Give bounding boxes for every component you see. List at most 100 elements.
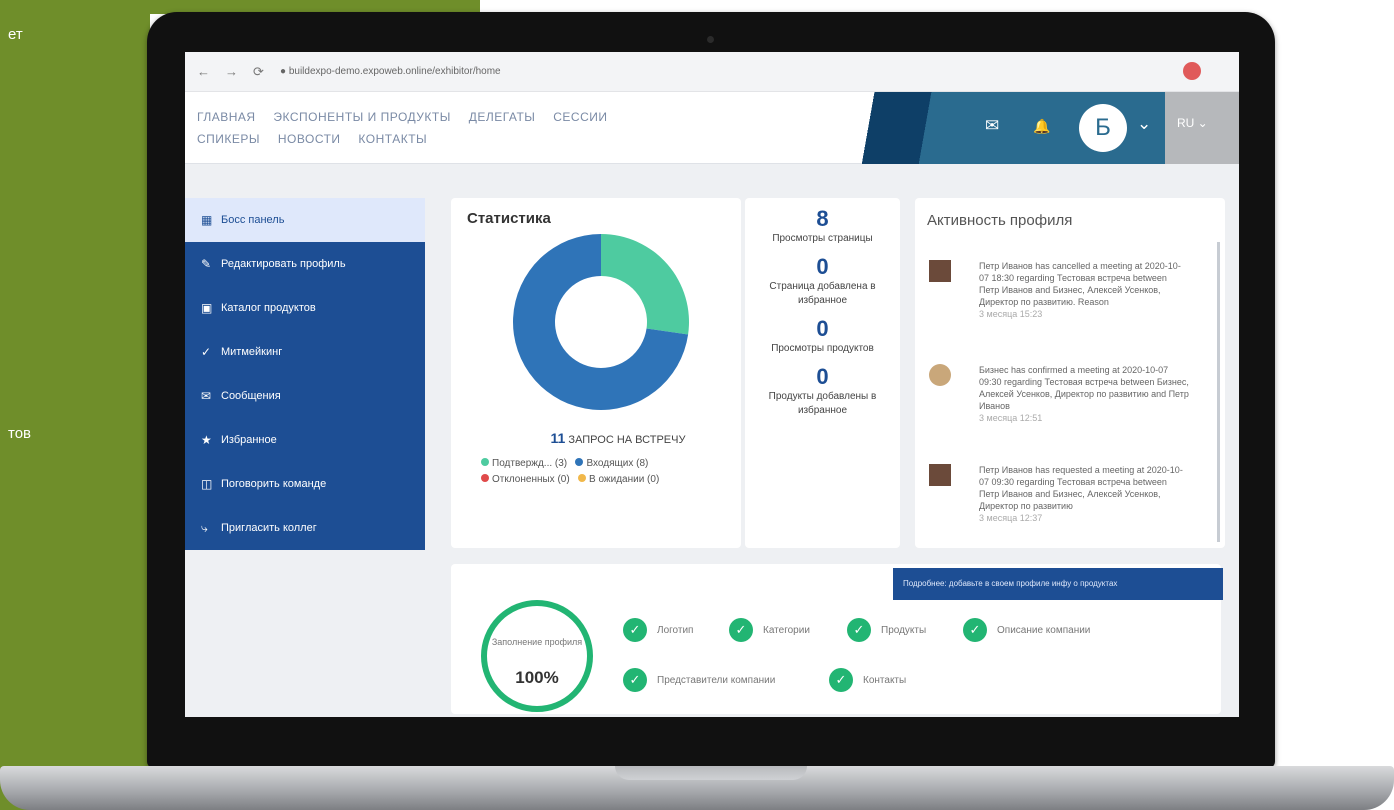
- check-circle-icon: ✓: [847, 618, 871, 642]
- activity-avatar: [929, 260, 951, 282]
- legend-dot: [575, 458, 584, 466]
- star-icon: ★: [201, 433, 212, 447]
- main-nav: ГЛАВНАЯ ЭКСПОНЕНТЫ И ПРОДУКТЫ ДЕЛЕГАТЫ С…: [197, 106, 717, 150]
- metric-label: Просмотры продуктов: [771, 343, 874, 354]
- sidebar-item-matchmaking[interactable]: ✓ Митмейкинг: [185, 330, 425, 374]
- check-label: Категории: [763, 624, 810, 636]
- meetings-total: 11: [550, 430, 566, 446]
- chevron-down-icon[interactable]: ⌄: [1137, 114, 1151, 134]
- message-icon: ✉: [201, 389, 212, 403]
- laptop-screen: ← → ⟳ ● buildexpo-demo.expoweb.online/ex…: [185, 52, 1239, 717]
- check-contacts: ✓ Контакты: [829, 668, 906, 692]
- activity-avatar: [929, 464, 951, 486]
- nav-item-contacts[interactable]: КОНТАКТЫ: [358, 132, 427, 146]
- activity-card: Активность профиля Петр Иванов has cance…: [915, 198, 1225, 548]
- laptop-notch: [615, 766, 807, 780]
- background-green-panel: [0, 0, 150, 810]
- check-label: Представители компании: [657, 674, 776, 686]
- sidebar-item-label: Пригласить коллег: [221, 522, 317, 534]
- metric-value: 0: [816, 254, 829, 279]
- sidebar-item-team[interactable]: ◫ Поговорить команде: [185, 462, 425, 506]
- nav-item-exhibitors[interactable]: ЭКСПОНЕНТЫ И ПРОДУКТЫ: [273, 110, 450, 124]
- camera-icon: [707, 36, 714, 43]
- user-avatar[interactable]: Б: [1079, 104, 1127, 152]
- back-icon[interactable]: ←: [197, 64, 210, 79]
- completion-notice-bar[interactable]: Подробнее: добавьте в своем профиле инфу…: [893, 568, 1223, 600]
- team-icon: ◫: [201, 477, 213, 491]
- nav-item-delegates[interactable]: ДЕЛЕГАТЫ: [469, 110, 536, 124]
- legend-item: Подтвержд... (3): [481, 458, 567, 469]
- activity-message: Бизнес has confirmed a meeting at 2020-1…: [979, 365, 1189, 411]
- metric-page-views: 8 Просмотры страницы: [745, 206, 900, 246]
- url-bar[interactable]: ● buildexpo-demo.expoweb.online/exhibito…: [280, 62, 1110, 82]
- legend-item: Входящих (8): [575, 458, 648, 469]
- check-circle-icon: ✓: [729, 618, 753, 642]
- reload-icon[interactable]: ⟳: [253, 64, 264, 80]
- activity-avatar: [929, 364, 951, 386]
- activity-scrollbar[interactable]: [1217, 242, 1220, 542]
- side-text-fragment: ет: [8, 26, 23, 43]
- activity-title: Активность профиля: [927, 212, 1073, 229]
- metric-label: Продукты добавлены в избранное: [768, 391, 877, 416]
- activity-text: Петр Иванов has cancelled a meeting at 2…: [979, 260, 1189, 320]
- browser-profile-avatar[interactable]: [1183, 62, 1201, 80]
- cart-icon: ▣: [201, 301, 213, 315]
- check-products: ✓ Продукты: [847, 618, 926, 642]
- metric-value: 8: [816, 206, 829, 231]
- language-selector[interactable]: RU ⌄: [1177, 116, 1208, 130]
- side-text-fragment: тов: [8, 425, 32, 442]
- dashboard-icon: ▦: [201, 213, 213, 227]
- legend-item: Отклоненных (0): [481, 474, 570, 485]
- sidebar-item-label: Поговорить команде: [221, 478, 327, 490]
- check-circle-icon: ✓: [963, 618, 987, 642]
- check-label: Логотип: [657, 624, 694, 636]
- sidebar-item-catalog[interactable]: ▣ Каталог продуктов: [185, 286, 425, 330]
- activity-time: 3 месяца 12:51: [979, 413, 1043, 423]
- metric-label: Просмотры страницы: [772, 233, 873, 244]
- nav-item-sessions[interactable]: СЕССИИ: [553, 110, 607, 124]
- metric-product-views: 0 Просмотры продуктов: [745, 316, 900, 356]
- sidebar-item-edit-profile[interactable]: ✎ Редактировать профиль: [185, 242, 425, 286]
- activity-text: Петр Иванов has requested a meeting at 2…: [979, 464, 1189, 524]
- check-representatives: ✓ Представители компании: [623, 668, 775, 692]
- check-logo: ✓ Логотип: [623, 618, 693, 642]
- sidebar-item-label: Каталог продуктов: [221, 302, 316, 314]
- sidebar: ▦ Босс панель ✎ Редактировать профиль ▣ Кат…: [185, 198, 425, 550]
- legend-dot: [481, 474, 489, 482]
- check-label: Описание компании: [997, 624, 1091, 636]
- bell-icon[interactable]: 🔔: [1033, 118, 1050, 135]
- sidebar-item-label: Редактировать профиль: [221, 258, 346, 270]
- check-circle-icon: ✓: [623, 668, 647, 692]
- legend-label: В ожидании (0): [589, 474, 660, 485]
- check-categories: ✓ Категории: [729, 618, 810, 642]
- legend-dot: [578, 474, 587, 482]
- meetings-summary: 11 ЗАПРОС НА ВСТРЕЧУ: [513, 430, 723, 446]
- meetings-label: ЗАПРОС НА ВСТРЕЧУ: [568, 434, 686, 446]
- sidebar-item-label: Сообщения: [221, 390, 281, 402]
- check-circle-icon: ✓: [623, 618, 647, 642]
- metric-value: 0: [816, 316, 829, 341]
- legend-item: В ожидании (0): [578, 474, 659, 485]
- completion-ring-value: 100%: [515, 668, 559, 687]
- sidebar-item-favorites[interactable]: ★ Избранное: [185, 418, 425, 462]
- nav-item-speakers[interactable]: СПИКЕРЫ: [197, 132, 260, 146]
- profile-completion-ring: Заполнение профиля 100%: [481, 600, 593, 712]
- check-label: Продукты: [881, 624, 927, 636]
- statistics-card: Статистика 11 ЗАПРОС НА ВСТРЕЧУ Подтверж…: [451, 198, 741, 548]
- sidebar-item-messages[interactable]: ✉ Сообщения: [185, 374, 425, 418]
- meetings-donut-chart: [513, 234, 689, 410]
- nav-item-home[interactable]: ГЛАВНАЯ: [197, 110, 256, 124]
- mail-icon[interactable]: ✉: [985, 116, 999, 136]
- sidebar-item-dashboard[interactable]: ▦ Босс панель: [185, 198, 425, 242]
- sidebar-item-invite[interactable]: ⤷ Пригласить коллег: [185, 506, 425, 550]
- sidebar-item-label: Босс панель: [221, 214, 285, 226]
- donut-slice-Подтвержд...: [601, 234, 689, 335]
- browser-toolbar: ← → ⟳ ● buildexpo-demo.expoweb.online/ex…: [185, 52, 1239, 92]
- share-icon: ⤷: [201, 520, 208, 535]
- metrics-card: 8 Просмотры страницы 0 Страница добавлена …: [745, 198, 900, 548]
- activity-time: 3 месяца 12:37: [979, 513, 1043, 523]
- forward-icon[interactable]: →: [225, 64, 238, 79]
- nav-item-news[interactable]: НОВОСТИ: [278, 132, 341, 146]
- statistics-title: Статистика: [467, 210, 551, 227]
- legend-label: Отклоненных (0): [492, 474, 570, 485]
